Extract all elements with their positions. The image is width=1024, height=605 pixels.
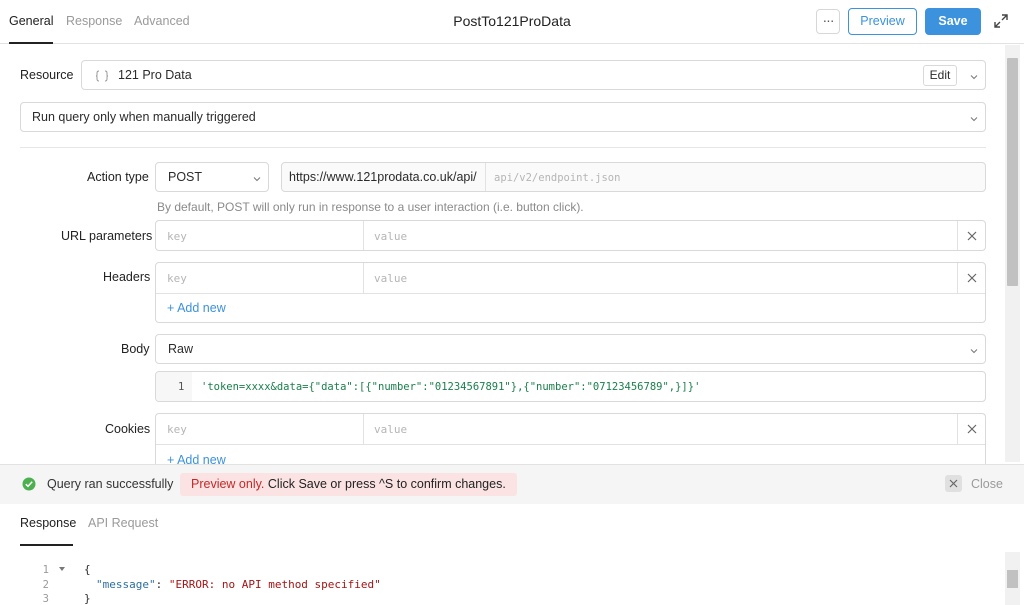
action-type-label: Action type — [87, 170, 149, 184]
url-path-placeholder: api/v2/endpoint.json — [494, 172, 621, 184]
expand-icon[interactable] — [994, 14, 1008, 28]
check-circle-icon — [22, 477, 36, 491]
query-editor-header: General Response Advanced PostTo121ProDa… — [0, 0, 1024, 44]
status-bar: Query ran successfully Preview only. Cli… — [0, 464, 1024, 504]
body-label: Body — [121, 342, 150, 356]
body-type-value: Raw — [168, 342, 194, 356]
active-response-tab-indicator — [20, 544, 73, 546]
body-gutter — [156, 372, 192, 401]
method-value: POST — [168, 170, 203, 184]
query-name[interactable]: PostTo121ProData — [453, 13, 571, 29]
preview-notice: Preview only. Click Save or press ^S to … — [180, 473, 517, 496]
cookies-row: key value — [156, 414, 985, 445]
save-button[interactable]: Save — [925, 8, 981, 35]
tab-response[interactable]: Response — [66, 14, 122, 28]
braces-icon — [95, 70, 109, 82]
url-input[interactable]: https://www.121prodata.co.uk/api/ api/v2… — [281, 162, 986, 192]
resource-label: Resource — [20, 68, 74, 82]
line-number: 1 — [42, 564, 49, 576]
form-scrollbar-thumb[interactable] — [1007, 58, 1018, 286]
chevron-down-icon — [253, 177, 261, 182]
trigger-select[interactable]: Run query only when manually triggered — [20, 102, 986, 132]
tab-advanced[interactable]: Advanced — [134, 14, 190, 28]
preview-notice-save: Save — [298, 477, 327, 491]
action-hint: By default, POST will only run in respon… — [157, 200, 584, 214]
line-number: 3 — [42, 593, 49, 605]
trigger-value: Run query only when manually triggered — [32, 110, 256, 124]
chevron-down-icon — [970, 349, 978, 354]
resource-value: 121 Pro Data — [118, 68, 192, 82]
close-icon — [967, 273, 977, 283]
url-params-row: key value — [155, 220, 986, 251]
remove-header-button[interactable] — [957, 263, 985, 293]
url-divider — [485, 163, 486, 191]
fold-arrow-icon[interactable] — [59, 566, 65, 572]
line-number: 2 — [42, 579, 49, 591]
json-open-brace: { — [84, 563, 91, 576]
active-tab-indicator — [9, 42, 53, 44]
response-scrollbar-thumb[interactable] — [1007, 570, 1018, 588]
param-key-input[interactable]: key — [167, 230, 187, 243]
status-message: Query ran successfully — [47, 477, 174, 491]
add-header-button[interactable]: + Add new — [167, 301, 226, 315]
preview-notice-text: Click — [264, 477, 299, 491]
section-divider — [20, 147, 986, 148]
json-colon: : — [155, 578, 169, 591]
cookie-value-input[interactable]: value — [374, 423, 407, 436]
chevron-down-icon — [970, 75, 978, 80]
body-editor[interactable]: 1 'token=xxxx&data={"data":[{"number":"0… — [155, 371, 986, 402]
body-content[interactable]: 'token=xxxx&data={"data":[{"number":"012… — [201, 381, 700, 393]
body-type-select[interactable]: Raw — [155, 334, 986, 364]
remove-param-button[interactable] — [957, 221, 985, 250]
method-select[interactable]: POST — [155, 162, 269, 192]
edit-resource-button[interactable]: Edit — [923, 65, 957, 86]
header-key-input[interactable]: key — [167, 272, 187, 285]
close-icon — [967, 424, 977, 434]
line-number: 1 — [178, 381, 185, 393]
close-icon — [949, 479, 958, 488]
preview-notice-prefix: Preview only. — [191, 477, 265, 491]
chevron-down-icon — [970, 117, 978, 122]
cookies-box: key value + Add new — [155, 413, 986, 467]
json-message-line: "message": "ERROR: no API method specifi… — [96, 578, 381, 591]
tab-api-request[interactable]: API Request — [88, 516, 158, 530]
headers-box: key value + Add new — [155, 262, 986, 323]
base-url: https://www.121prodata.co.uk/api/ — [289, 170, 477, 184]
preview-button[interactable]: Preview — [848, 8, 917, 35]
close-icon — [967, 231, 977, 241]
resource-select[interactable]: 121 Pro Data Edit — [81, 60, 986, 90]
cookies-label: Cookies — [105, 422, 151, 436]
more-options-button[interactable]: ··· — [816, 9, 840, 34]
cookie-key-input[interactable]: key — [167, 423, 187, 436]
tab-general[interactable]: General — [9, 14, 53, 28]
tab-response-result[interactable]: Response — [20, 516, 76, 530]
param-value-input[interactable]: value — [374, 230, 407, 243]
header-value-input[interactable]: value — [374, 272, 407, 285]
close-results-label[interactable]: Close — [971, 477, 1003, 491]
remove-cookie-button[interactable] — [957, 414, 985, 444]
json-key: "message" — [96, 578, 156, 591]
headers-label: Headers — [103, 270, 151, 284]
json-error-value: "ERROR: no API method specified" — [168, 578, 381, 591]
json-close-brace: } — [84, 592, 91, 605]
headers-row: key value — [156, 263, 985, 294]
close-results-button[interactable] — [945, 475, 962, 492]
url-params-label: URL parameters — [61, 229, 153, 243]
preview-notice-text-end: or press ^S to confirm changes. — [326, 477, 506, 491]
